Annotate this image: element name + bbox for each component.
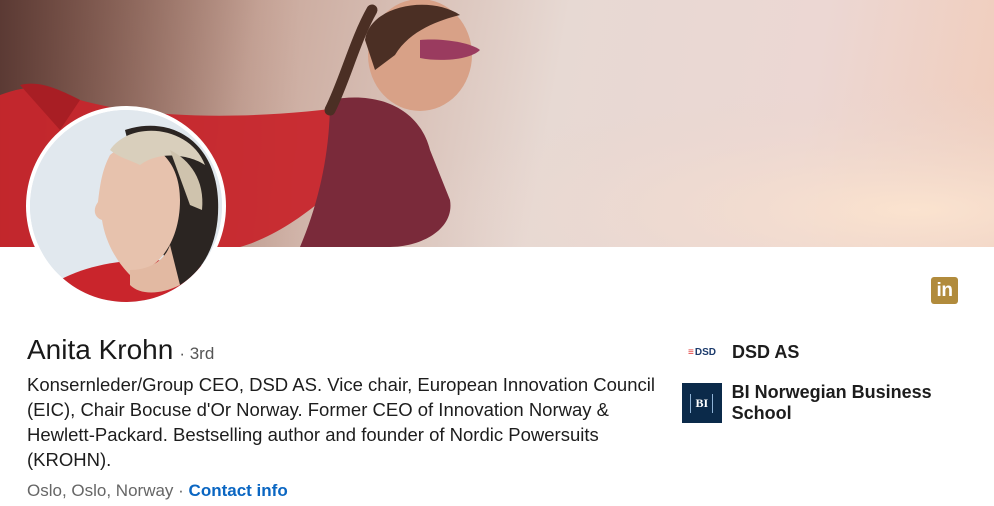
location-row: Oslo, Oslo, Norway · Contact info	[27, 481, 288, 501]
name-row: Anita Krohn · 3rd	[27, 334, 214, 366]
connection-degree: · 3rd	[179, 344, 215, 363]
bi-logo-icon: BI	[682, 383, 722, 423]
org-item-bi[interactable]: BI BI Norwegian Business School	[682, 382, 994, 424]
org-name: DSD AS	[732, 341, 800, 362]
profile-photo[interactable]	[26, 106, 226, 306]
dsd-logo-icon: ≡ DSD	[688, 346, 716, 358]
org-name: BI Norwegian Business School	[731, 382, 932, 423]
separator: ·	[173, 481, 189, 500]
linkedin-icon[interactable]: in	[931, 277, 958, 304]
profile-headline: Konsernleder/Group CEO, DSD AS. Vice cha…	[27, 374, 655, 470]
org-item-dsd[interactable]: ≡ DSD DSD AS	[682, 336, 799, 368]
contact-info-link[interactable]: Contact info	[189, 481, 288, 500]
avatar	[30, 110, 222, 302]
location-text: Oslo, Oslo, Norway	[27, 481, 174, 500]
profile-name: Anita Krohn	[27, 334, 174, 365]
